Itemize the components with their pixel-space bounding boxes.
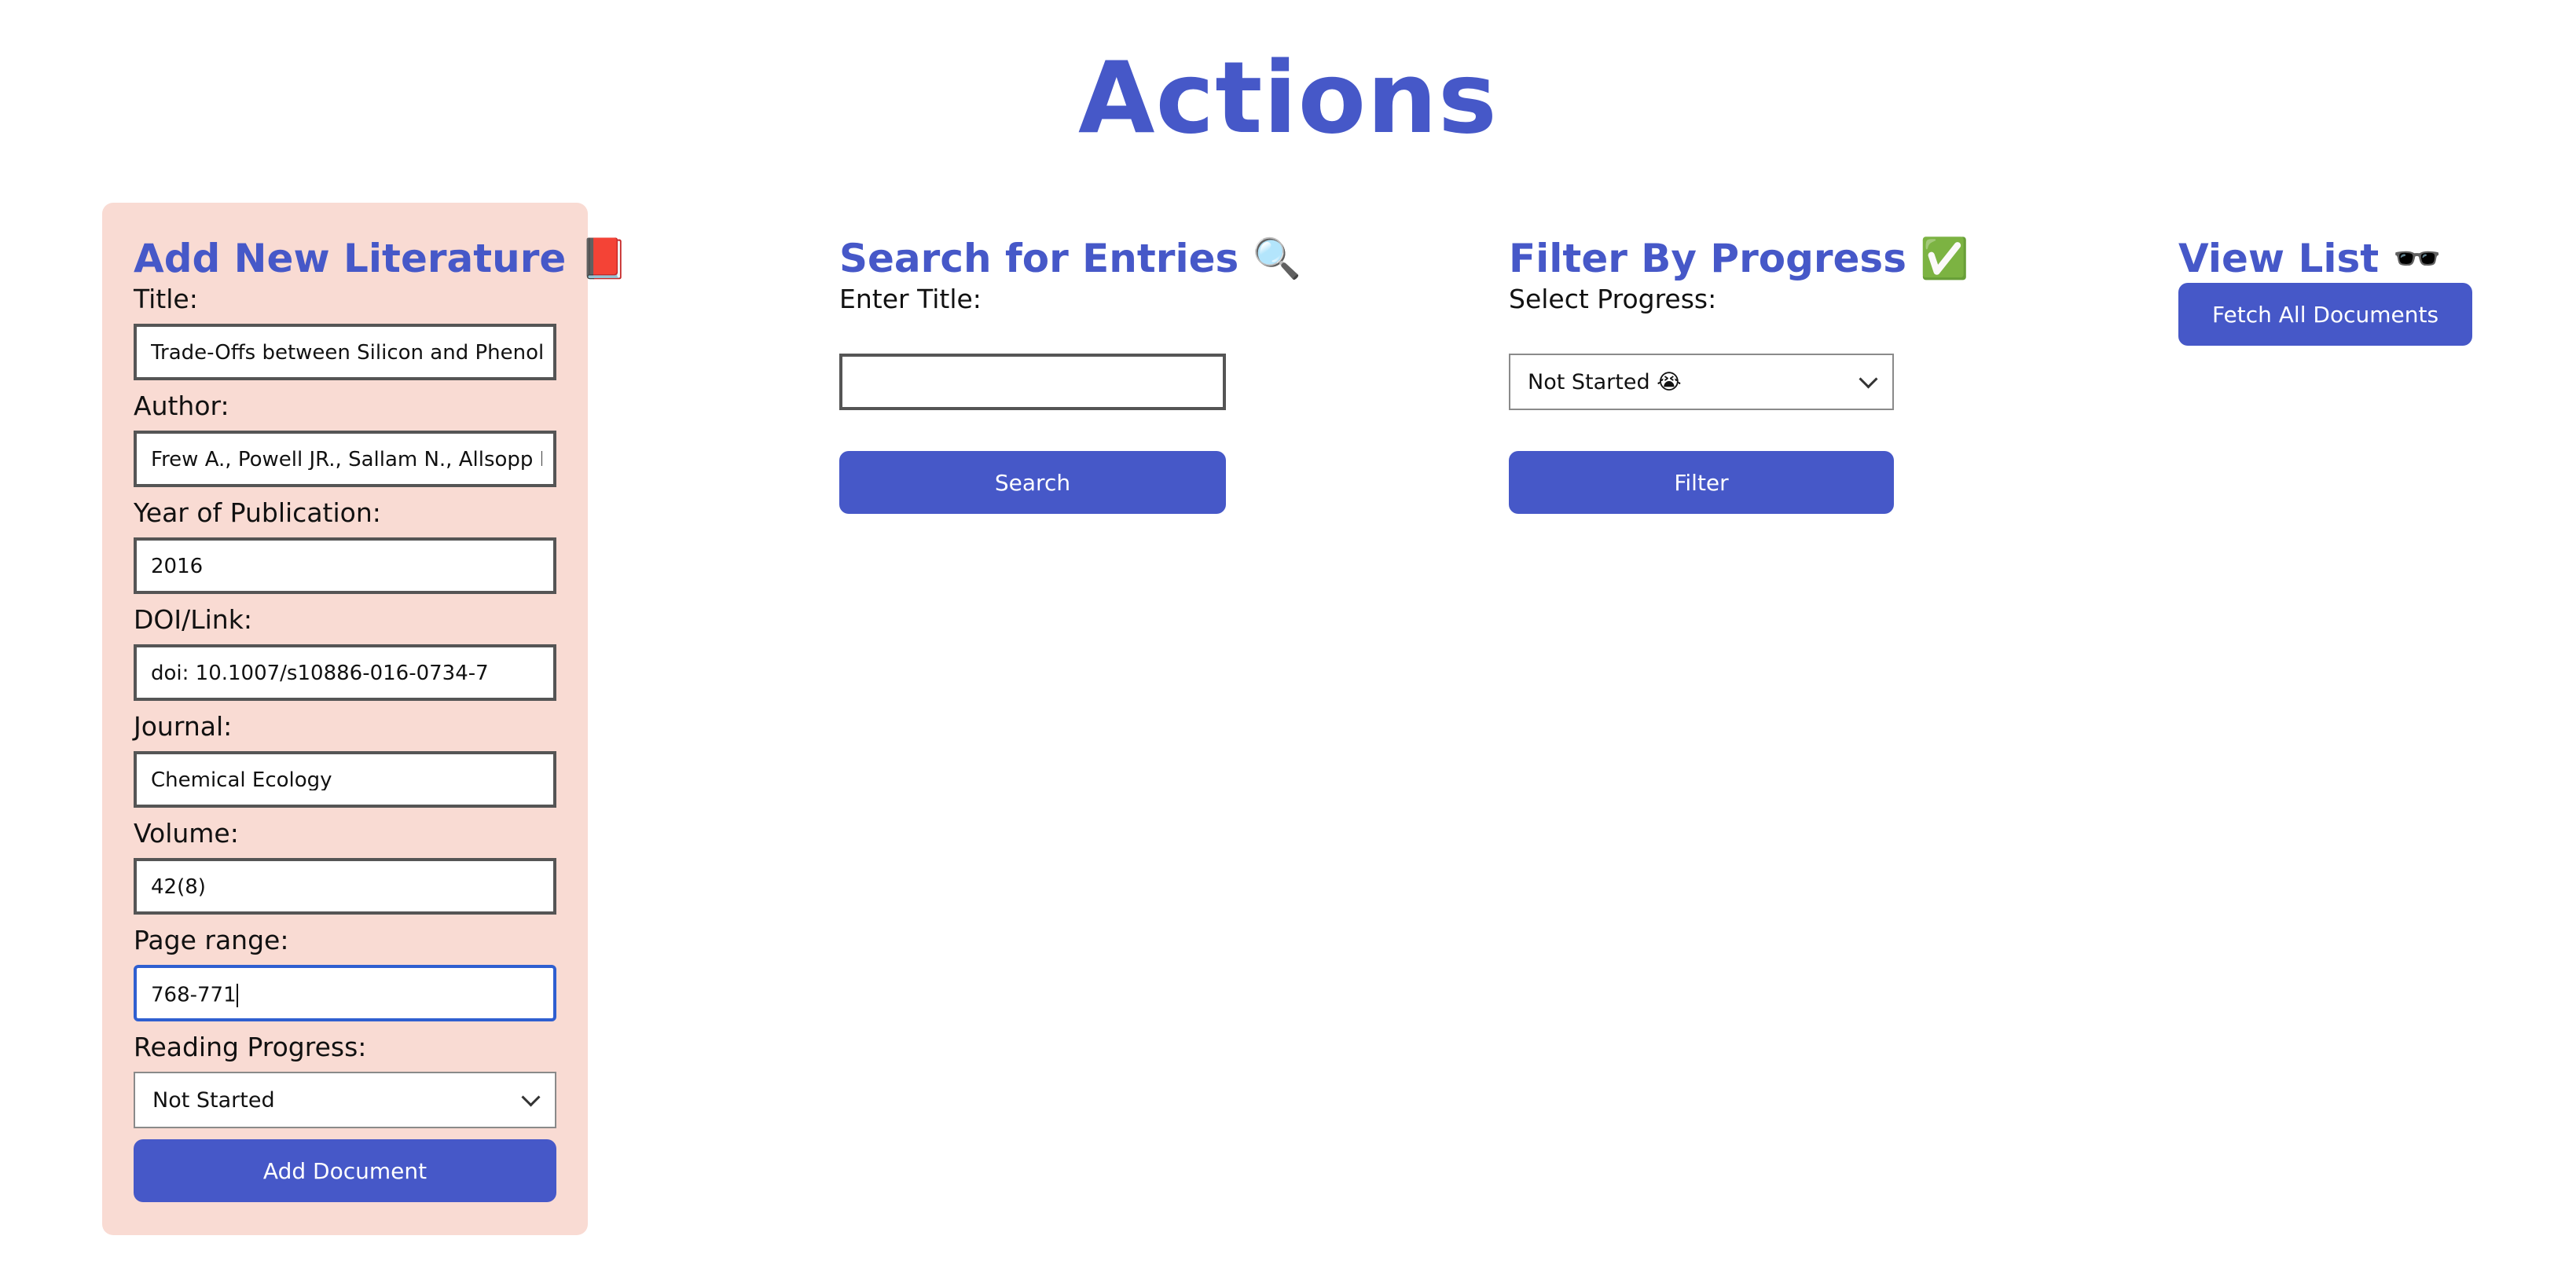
author-input-value: Frew A., Powell JR., Sallam N., Allsopp …: [151, 449, 542, 470]
add-document-button[interactable]: Add Document: [134, 1139, 556, 1202]
author-label: Author:: [134, 390, 229, 421]
doi-input[interactable]: doi: 10.1007/s10886-016-0734-7: [134, 644, 556, 701]
view-list-heading: View List 🕶️: [2178, 236, 2442, 281]
search-heading: Search for Entries 🔍: [839, 236, 1301, 281]
title-input[interactable]: Trade-Offs between Silicon and Phenolic …: [134, 324, 556, 380]
search-button[interactable]: Search: [839, 451, 1226, 514]
journal-label: Journal:: [134, 711, 233, 742]
text-cursor: [236, 984, 238, 1007]
volume-input[interactable]: 42(8): [134, 858, 556, 915]
volume-label: Volume:: [134, 818, 239, 849]
page-title: Actions: [1078, 40, 1498, 156]
chevron-down-icon: [1859, 368, 1878, 389]
journal-input[interactable]: Chemical Ecology: [134, 751, 556, 808]
reading-progress-selected: Not Started: [152, 1087, 275, 1113]
journal-input-value: Chemical Ecology: [151, 770, 332, 790]
doi-input-value: doi: 10.1007/s10886-016-0734-7: [151, 663, 489, 684]
progress-filter-selected: Not Started 😭: [1528, 369, 1682, 394]
fetch-all-documents-button[interactable]: Fetch All Documents: [2178, 283, 2472, 346]
doi-label: DOI/Link:: [134, 604, 252, 635]
year-label: Year of Publication:: [134, 497, 381, 528]
search-label: Enter Title:: [839, 284, 982, 314]
add-literature-heading: Add New Literature 📕: [134, 236, 629, 281]
filter-heading: Filter By Progress ✅: [1509, 236, 1969, 281]
year-input[interactable]: 2016: [134, 537, 556, 594]
page-range-input-value: 768-771: [151, 984, 238, 1007]
filter-button[interactable]: Filter: [1509, 451, 1894, 514]
search-input[interactable]: [839, 354, 1226, 410]
title-label: Title:: [134, 284, 198, 314]
volume-input-value: 42(8): [151, 877, 206, 897]
year-input-value: 2016: [151, 556, 204, 577]
title-input-value: Trade-Offs between Silicon and Phenolic …: [151, 343, 542, 363]
chevron-down-icon: [521, 1087, 541, 1107]
progress-filter-select[interactable]: Not Started 😭: [1509, 354, 1894, 410]
page-range-input[interactable]: 768-771: [134, 965, 556, 1021]
filter-label: Select Progress:: [1509, 284, 1717, 314]
reading-progress-label: Reading Progress:: [134, 1032, 367, 1062]
page-range-label: Page range:: [134, 925, 289, 955]
reading-progress-select[interactable]: Not Started: [134, 1072, 556, 1128]
author-input[interactable]: Frew A., Powell JR., Sallam N., Allsopp …: [134, 431, 556, 487]
